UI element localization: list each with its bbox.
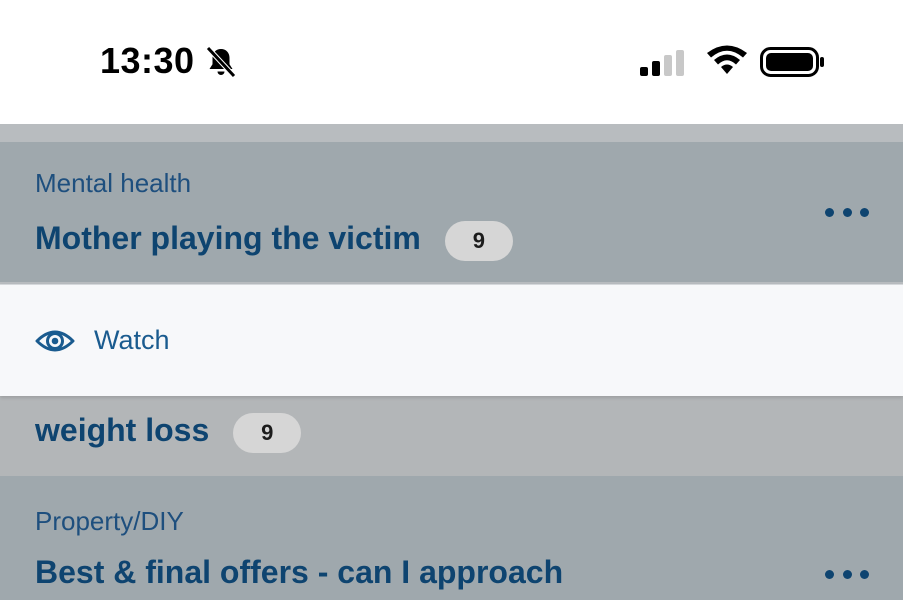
reply-count-badge: 9	[444, 220, 513, 261]
watch-label: Watch	[94, 325, 170, 355]
list-item[interactable]: weight loss 9	[0, 382, 903, 476]
status-time: 13:30	[100, 40, 195, 81]
watch-button[interactable]: Watch	[0, 285, 903, 396]
dot-icon	[842, 207, 852, 217]
screen: 13:30 Mental health Mother playing the v…	[0, 0, 903, 600]
more-options-button[interactable]	[825, 202, 869, 222]
eye-icon	[35, 330, 75, 352]
dot-icon	[825, 569, 834, 579]
status-bar: 13:30	[0, 0, 903, 124]
dot-icon	[842, 569, 852, 579]
topic-label: Mental health	[35, 168, 192, 198]
wifi-icon	[707, 45, 747, 74]
bell-slash-icon	[206, 46, 236, 78]
reply-count-badge: 9	[233, 412, 302, 453]
dot-icon	[860, 569, 869, 579]
thread-title[interactable]: weight loss 9	[35, 412, 302, 453]
battery-icon	[760, 47, 824, 77]
signal-icon	[640, 50, 684, 76]
thread-title-text: Mother playing the victim	[35, 220, 421, 256]
thread-title[interactable]: Mother playing the victim 9	[35, 220, 513, 261]
list-item[interactable]: Mental health Mother playing the victim 9	[0, 142, 903, 282]
topic-label: Property/DIY	[35, 506, 184, 536]
more-options-button[interactable]	[825, 564, 869, 584]
dot-icon	[860, 207, 869, 217]
thread-title[interactable]: Best & final offers - can I approach	[35, 554, 563, 591]
thread-title-text: weight loss	[35, 412, 210, 448]
action-menu: Watch	[0, 284, 903, 396]
list-item[interactable]: Property/DIY Best & final offers - can I…	[0, 476, 903, 600]
dot-icon	[825, 207, 834, 217]
